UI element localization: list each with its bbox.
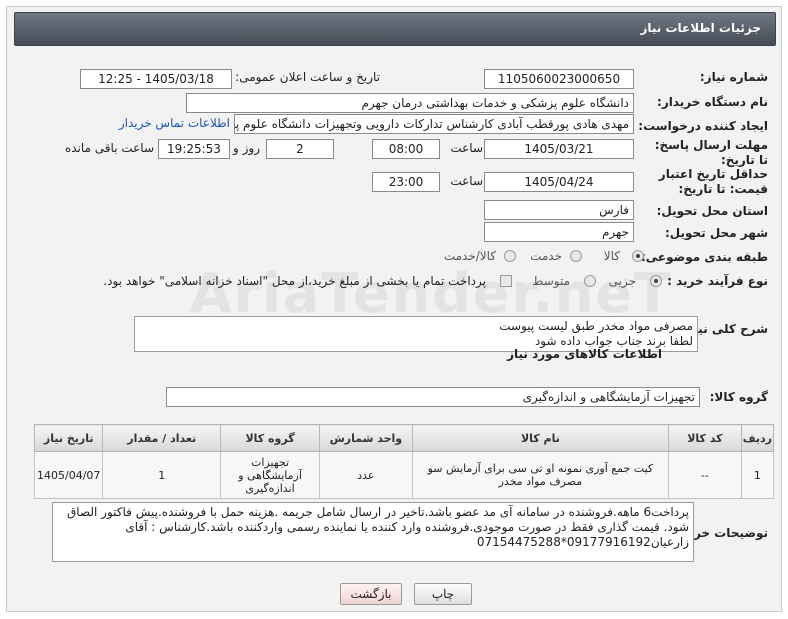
header-code: کد کالا bbox=[667, 424, 742, 452]
category-option-goods-service: کالا/خدمت bbox=[443, 249, 496, 263]
price-date-field[interactable]: 1405/04/24 bbox=[484, 172, 634, 192]
price-time-label: ساعت bbox=[450, 174, 483, 188]
back-button[interactable]: بازگشت bbox=[340, 583, 402, 605]
treasury-payment-checkbox[interactable] bbox=[500, 275, 512, 287]
cell-date: 1405/04/07 bbox=[33, 451, 104, 499]
reply-time-field[interactable]: 08:00 bbox=[372, 139, 440, 159]
print-button[interactable]: چاپ bbox=[414, 583, 472, 605]
page-title: جزئیات اطلاعات نیاز bbox=[640, 21, 761, 35]
header-name: نام کالا bbox=[411, 424, 669, 452]
goods-info-title: اطلاعات کالاهای مورد نیاز bbox=[507, 347, 662, 361]
price-validity-label: حداقل تاریخ اعتبار قیمت: تا تاریخ: bbox=[658, 167, 768, 196]
need-number-field[interactable]: 1105060023000650 bbox=[484, 69, 634, 89]
city-field[interactable]: جهرم bbox=[484, 222, 634, 242]
reply-date-field[interactable]: 1405/03/21 bbox=[484, 139, 634, 159]
category-option-goods: کالا bbox=[603, 249, 620, 263]
province-label: استان محل تحویل: bbox=[656, 204, 768, 218]
days-label: روز و bbox=[233, 141, 260, 155]
purchase-option-minor: جزیی bbox=[608, 274, 636, 288]
purchase-option-medium: متوسط bbox=[532, 274, 570, 288]
buyer-org-field[interactable]: دانشگاه علوم پزشکی و خدمات بهداشتی درمان… bbox=[186, 93, 634, 113]
table-row[interactable]: 1 -- کیت جمع آوری نمونه او تی سی برای آز… bbox=[33, 451, 775, 499]
treasury-payment-note: پرداخت تمام یا بخشی از مبلغ خرید،از محل … bbox=[103, 274, 486, 288]
buyer-org-label: نام دستگاه خریدار: bbox=[657, 95, 768, 109]
cell-name: کیت جمع آوری نمونه او تی سی برای آزمایش … bbox=[411, 451, 669, 499]
goods-group-label: گروه کالا: bbox=[709, 390, 768, 404]
category-label: طبقه بندی موضوعی: bbox=[640, 250, 768, 264]
cell-unit: عدد bbox=[318, 451, 413, 499]
cell-code: -- bbox=[667, 451, 742, 499]
reply-time-label: ساعت bbox=[450, 141, 483, 155]
announce-label: تاریخ و ساعت اعلان عمومی: bbox=[235, 70, 380, 84]
category-option-service: خدمت bbox=[530, 249, 562, 263]
items-table: ردیف کد کالا نام کالا واحد شمارش گروه کا… bbox=[33, 424, 775, 499]
contact-buyer-link[interactable]: اطلاعات تماس خریدار bbox=[119, 116, 230, 130]
header-group: گروه کالا bbox=[220, 424, 320, 452]
remaining-time-field[interactable]: 19:25:53 bbox=[158, 139, 230, 159]
cell-row-number: 1 bbox=[740, 451, 775, 499]
need-number-label: شماره نیاز: bbox=[699, 70, 768, 84]
announce-field[interactable]: 1405/03/18 - 12:25 bbox=[80, 69, 232, 89]
purchase-type-label: نوع فرآیند خرید : bbox=[667, 274, 768, 288]
province-field[interactable]: فارس bbox=[484, 200, 634, 220]
cell-group: تجهیزات آزمایشگاهی و اندازه‌گیری bbox=[220, 451, 320, 499]
days-field[interactable]: 2 bbox=[266, 139, 334, 159]
buyer-notes-textarea[interactable]: پرداخت6 ماهه.فروشنده در سامانه آی مد عضو… bbox=[52, 502, 694, 562]
city-label: شهر محل تحویل: bbox=[664, 226, 768, 240]
reply-deadline-label: مهلت ارسال پاسخ: تا تاریخ: bbox=[654, 138, 768, 167]
category-radio-goods[interactable] bbox=[632, 250, 644, 262]
header-unit: واحد شمارش bbox=[318, 424, 413, 452]
header-row-number: ردیف bbox=[740, 424, 775, 452]
header-date: تاریخ نیاز bbox=[33, 424, 104, 452]
cell-qty: 1 bbox=[102, 451, 222, 499]
requester-field[interactable]: مهدی هادی پورقطب آبادی کارشناس تدارکات د… bbox=[234, 114, 634, 134]
requester-label: ایجاد کننده درخواست: bbox=[638, 119, 768, 133]
header-qty: تعداد / مقدار bbox=[102, 424, 222, 452]
price-time-field[interactable]: 23:00 bbox=[372, 172, 440, 192]
category-radio-service[interactable] bbox=[570, 250, 582, 262]
category-radio-goods-service[interactable] bbox=[504, 250, 516, 262]
goods-group-field[interactable]: تجهیزات آزمایشگاهی و اندازه‌گیری bbox=[166, 387, 700, 407]
purchase-radio-medium[interactable] bbox=[584, 275, 596, 287]
purchase-radio-minor[interactable] bbox=[650, 275, 662, 287]
table-header-row: ردیف کد کالا نام کالا واحد شمارش گروه کا… bbox=[33, 424, 775, 452]
remaining-label: ساعت باقی مانده bbox=[64, 141, 154, 155]
page-header: جزئیات اطلاعات نیاز bbox=[14, 12, 776, 46]
summary-line-1: مصرفی مواد مخدر طبق لیست پیوست bbox=[499, 319, 693, 333]
